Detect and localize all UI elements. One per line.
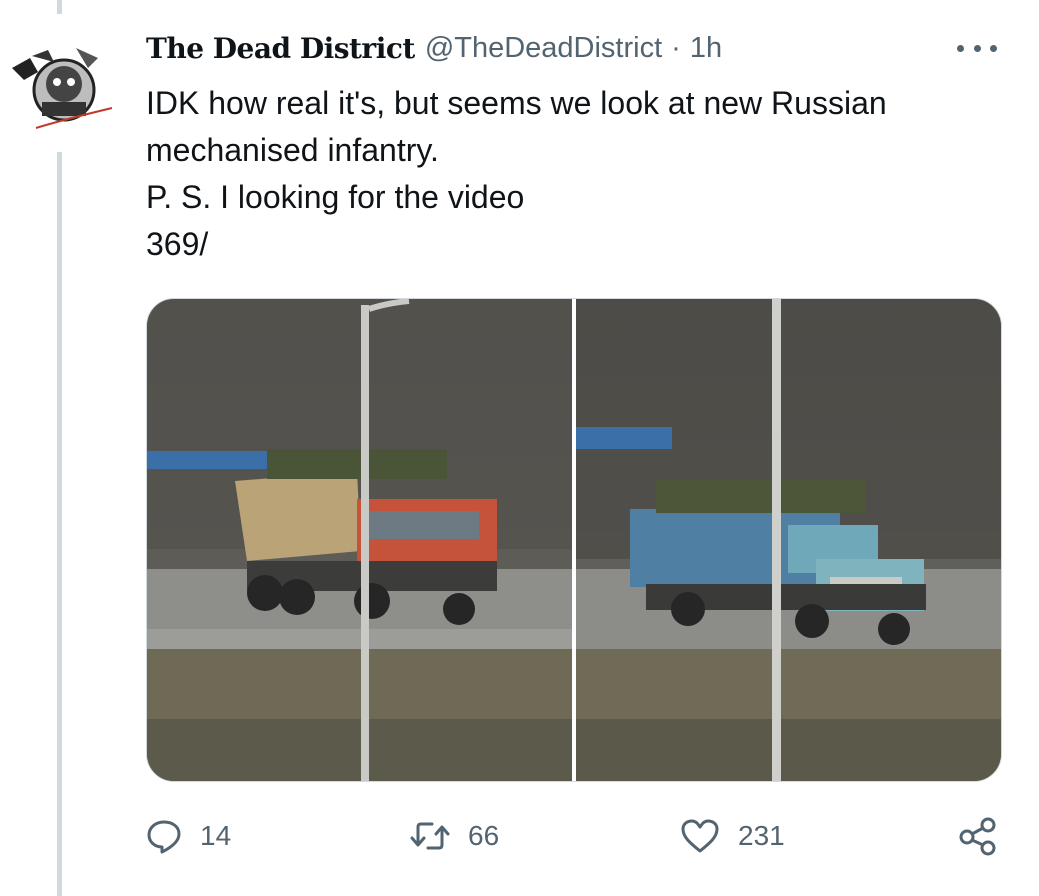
retweet-count: 66 [468,820,500,851]
photo-dump-truck[interactable] [147,299,572,781]
share-icon [959,817,996,856]
thread-line-top [57,0,62,14]
more-icon[interactable] [957,38,997,58]
thread-line-bottom [57,152,62,896]
like-icon [681,819,719,853]
tweet-text-line: IDK how real it's, but seems we look at … [146,85,887,121]
display-name[interactable]: The Dead District [146,32,415,65]
like-count: 231 [738,820,785,851]
tweet-text-line: 369/ [146,226,209,262]
reply-icon [147,820,181,854]
separator-dot: · [671,31,681,64]
retweet-button[interactable]: 66 [410,808,499,864]
tweet-actions: 14 66 231 [146,808,1006,864]
avatar[interactable] [2,28,118,140]
reply-button[interactable]: 14 [146,808,231,864]
tweet-time[interactable]: 1h [690,32,722,65]
tweet-text-line: mechanised infantry. [146,132,439,168]
like-button[interactable]: 231 [680,808,785,864]
tweet-media[interactable] [146,298,1002,782]
tweet-text: IDK how real it's, but seems we look at … [146,80,1006,268]
user-handle[interactable]: @TheDeadDistrict [425,32,662,65]
retweet-icon [410,822,450,850]
tweet-text-line: P. S. I looking for the video [146,179,525,215]
reply-count: 14 [200,820,232,851]
tweet-header: The Dead District @TheDeadDistrict · 1h [146,28,1009,68]
photo-blue-truck[interactable] [576,299,1001,781]
share-button[interactable] [958,808,998,864]
